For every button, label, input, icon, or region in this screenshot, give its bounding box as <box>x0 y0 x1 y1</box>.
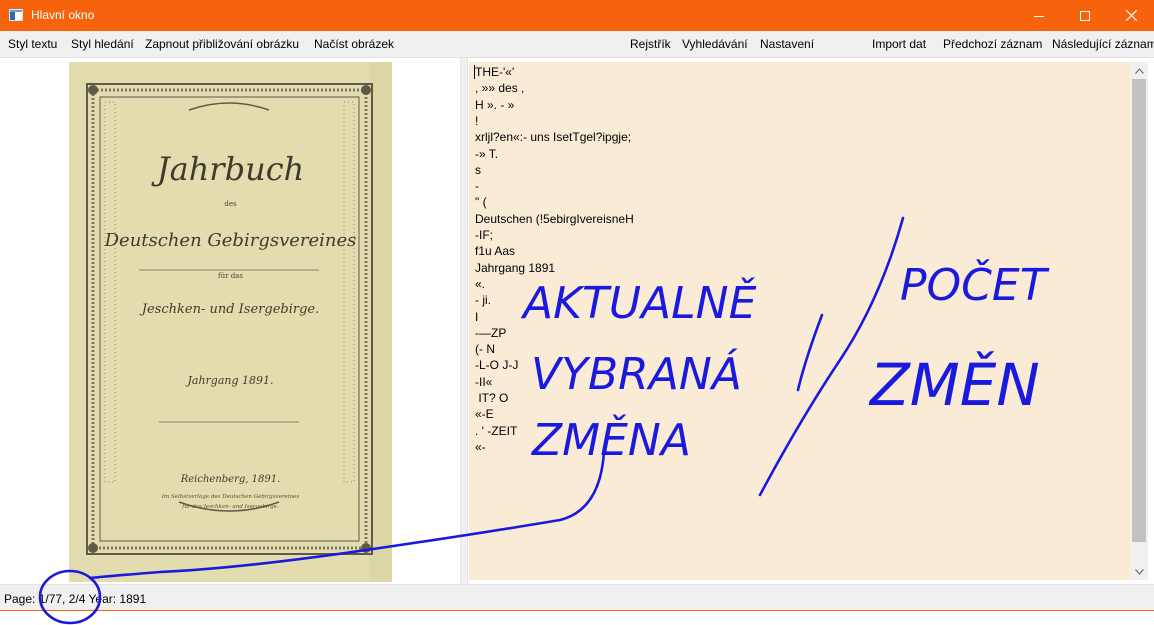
scroll-thumb[interactable] <box>1132 79 1146 542</box>
cover-city: Reichenberg, 1891. <box>180 474 281 485</box>
scroll-down-button[interactable] <box>1130 563 1148 580</box>
menu-previous-record[interactable]: Předchozí záznam <box>943 37 1042 51</box>
ocr-text-line: (- N <box>475 342 495 357</box>
close-icon <box>1125 10 1137 21</box>
ocr-text-line: -II« <box>475 374 493 389</box>
ocr-text-line: -—ZP <box>475 325 507 340</box>
ocr-text-line: I <box>475 309 479 324</box>
ocr-text-line: «- <box>475 439 486 454</box>
menu-text-style[interactable]: Styl textu <box>8 37 57 51</box>
window-bottom-border <box>0 610 1154 611</box>
menu-load-image[interactable]: Načíst obrázek <box>314 37 394 51</box>
ocr-text-line: -L-O J-J <box>475 358 519 373</box>
menu-index[interactable]: Rejstřík <box>630 37 671 51</box>
cover-region: Jeschken- und Isergebirge. <box>141 302 320 317</box>
menu-search[interactable]: Vyhledávání <box>682 37 748 51</box>
ocr-text-line: THE-'«' <box>475 65 515 79</box>
minimize-button[interactable] <box>1016 0 1062 31</box>
ocr-text-line: ! <box>475 113 479 128</box>
menu-next-record[interactable]: Následující záznam <box>1052 37 1154 51</box>
vertical-scrollbar[interactable] <box>1130 62 1148 580</box>
menu-bar: Styl textu Styl hledání Zapnout přibližo… <box>0 31 1154 58</box>
ocr-text-line: IT? O <box>475 391 509 405</box>
cover-title: Jahrbuch <box>156 150 305 188</box>
menu-settings[interactable]: Nastavení <box>760 37 814 51</box>
menu-search-style[interactable]: Styl hledání <box>71 37 134 51</box>
ocr-text-line: H ». - » <box>475 97 515 112</box>
scanned-book-cover[interactable]: Jahrbuch des Deutschen Gebirgsvereines f… <box>69 62 392 582</box>
ocr-text-line: «. <box>475 276 486 291</box>
cover-fuer-das: für das <box>218 272 243 280</box>
ocr-text-line: «-E <box>475 407 494 422</box>
status-bar: Page: 1/77, 2/4 Year: 1891 <box>0 584 1154 611</box>
ocr-text-line: - ji. <box>475 293 491 308</box>
ocr-text-line: -» T. <box>475 146 499 161</box>
ocr-text-line: xrljl?en«:- uns IsetTgel?ipgje; <box>475 130 632 145</box>
ocr-text-line: Deutschen (!5ebirgIvereisneH <box>475 211 634 226</box>
ocr-text-area[interactable]: THE-'«' , »» des ,H ». - »! xrljl?en«:- un… <box>469 62 1130 580</box>
cover-society-name: Deutschen Gebirgsvereines <box>104 230 357 251</box>
ocr-text-line: . ' -ZEIT <box>475 423 518 438</box>
menu-enable-zoom[interactable]: Zapnout přibližování obrázku <box>145 37 299 51</box>
window-title: Hlavní okno <box>31 8 95 22</box>
ocr-text-line: , »» des , <box>475 81 525 96</box>
chevron-down-icon <box>1134 568 1144 575</box>
ocr-text-line: - <box>475 179 479 194</box>
ocr-text-line: -IF; <box>475 228 493 242</box>
scroll-up-button[interactable] <box>1130 62 1148 79</box>
status-page-year: Page: 1/77, 2/4 Year: 1891 <box>4 592 147 606</box>
ocr-text-line: s <box>475 162 481 177</box>
cover-des: des <box>224 200 237 208</box>
pane-splitter[interactable] <box>460 58 468 584</box>
ocr-text-line: Jahrgang 1891 <box>475 260 556 275</box>
maximize-button[interactable] <box>1062 0 1108 31</box>
ocr-text-line: " ( <box>475 195 487 210</box>
cover-year: Jahrgang 1891. <box>187 374 274 387</box>
close-button[interactable] <box>1108 0 1154 31</box>
ocr-text-line: f1u Aas <box>475 244 516 259</box>
title-bar[interactable]: Hlavní okno <box>0 0 1154 31</box>
maximize-icon <box>1080 10 1090 21</box>
app-window-icon <box>9 9 23 21</box>
cover-footer-2: für das Jeschken- und Isergebirge. <box>182 504 279 510</box>
minimize-icon <box>1034 15 1044 17</box>
chevron-up-icon <box>1134 67 1144 74</box>
cover-footer-1: Im Selbstverlage des Deutschen Gebirgsve… <box>161 494 300 500</box>
text-caret <box>474 65 475 79</box>
menu-import-data[interactable]: Import dat <box>872 37 926 51</box>
